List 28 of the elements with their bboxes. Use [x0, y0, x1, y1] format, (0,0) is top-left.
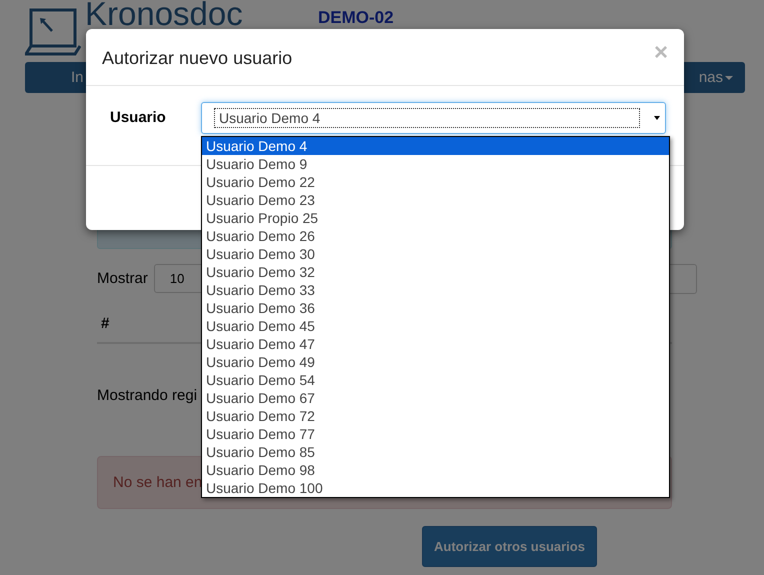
dropdown-option[interactable]: Usuario Demo 26 [202, 227, 669, 245]
laptop-clock-icon [25, 8, 81, 56]
column-header: # [101, 315, 110, 332]
dropdown-option[interactable]: Usuario Demo 4 [202, 137, 669, 155]
dropdown-option[interactable]: Usuario Demo 77 [202, 425, 669, 443]
field-label: Usuario [110, 109, 167, 126]
dropdown-option[interactable]: Usuario Demo 49 [202, 353, 669, 371]
caret-icon [654, 116, 660, 120]
dropdown-option[interactable]: Usuario Propio 25 [202, 209, 669, 227]
table-info: Mostrando regi [97, 387, 198, 404]
dropdown-option[interactable]: Usuario Demo 47 [202, 335, 669, 353]
dropdown-option[interactable]: Usuario Demo 45 [202, 317, 669, 335]
user-select[interactable]: Usuario Demo 4 [201, 102, 666, 134]
dropdown-option[interactable]: Usuario Demo 9 [202, 155, 669, 173]
dropdown-option[interactable]: Usuario Demo 36 [202, 299, 669, 317]
dropdown-option[interactable]: Usuario Demo 67 [202, 389, 669, 407]
dropdown-option[interactable]: Usuario Demo 100 [202, 479, 669, 497]
brand-name: Kronosdoc [85, 0, 244, 28]
dropdown-option[interactable]: Usuario Demo 54 [202, 371, 669, 389]
length-label: Mostrar [97, 270, 148, 287]
dropdown-option[interactable]: Usuario Demo 72 [202, 407, 669, 425]
caret-icon [725, 76, 733, 80]
dropdown-option[interactable]: Usuario Demo 30 [202, 245, 669, 263]
environment-label: DEMO-02 [318, 8, 394, 28]
dropdown-option[interactable]: Usuario Demo 22 [202, 173, 669, 191]
dropdown-option[interactable]: Usuario Demo 98 [202, 461, 669, 479]
dropdown-option[interactable]: Usuario Demo 23 [202, 191, 669, 209]
modal-title: Autorizar nuevo usuario [102, 48, 292, 68]
